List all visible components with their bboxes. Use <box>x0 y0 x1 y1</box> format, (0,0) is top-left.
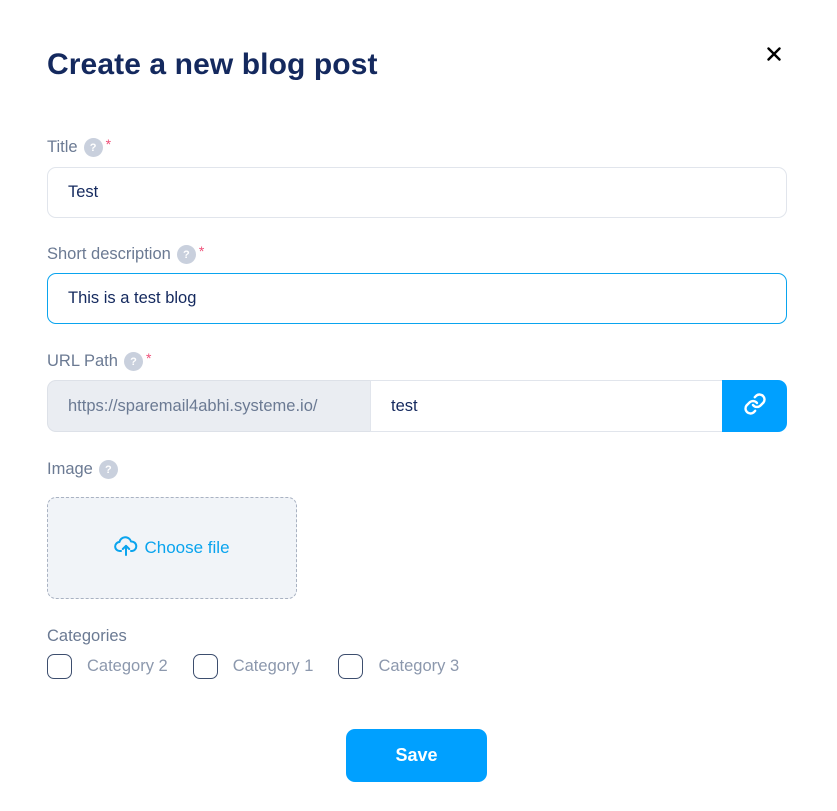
required-marker: * <box>198 242 205 259</box>
help-icon[interactable]: ? <box>176 245 196 264</box>
category-checkbox[interactable] <box>47 654 72 679</box>
help-icon[interactable]: ? <box>83 138 103 157</box>
category-label: Category 1 <box>232 657 314 675</box>
short-description-label: Short description ? * <box>47 242 205 264</box>
url-slug-input[interactable] <box>370 380 722 432</box>
title-label-text: Title <box>47 138 78 156</box>
category-option[interactable]: Category 2 <box>47 654 168 679</box>
short-description-label-text: Short description <box>47 245 171 263</box>
help-icon[interactable]: ? <box>123 352 143 371</box>
category-option[interactable]: Category 3 <box>338 654 459 679</box>
image-upload-dropzone[interactable]: Choose file <box>47 497 297 599</box>
category-option[interactable]: Category 1 <box>192 654 314 679</box>
categories-label-text: Categories <box>47 627 127 645</box>
required-marker: * <box>105 135 112 152</box>
url-prefix: https://sparemail4abhi.systeme.io/ <box>47 380 370 432</box>
required-marker: * <box>145 349 152 366</box>
title-label: Title ? * <box>47 135 112 157</box>
category-label: Category 2 <box>87 657 168 675</box>
save-button[interactable]: Save <box>346 729 487 782</box>
image-label: Image ? <box>47 460 118 479</box>
url-path-group: https://sparemail4abhi.systeme.io/ <box>47 380 787 432</box>
categories-list: Category 2 Category 1 Category 3 <box>47 654 484 679</box>
title-input[interactable] <box>47 167 787 218</box>
image-label-text: Image <box>47 460 93 478</box>
close-button[interactable] <box>764 46 784 66</box>
choose-file-label: Choose file <box>144 538 230 557</box>
category-checkbox[interactable] <box>192 654 218 679</box>
category-checkbox[interactable] <box>338 654 364 679</box>
category-label: Category 3 <box>378 657 460 675</box>
url-path-label: URL Path ? * <box>47 349 152 371</box>
cloud-upload-icon <box>114 535 144 562</box>
link-icon <box>743 392 767 421</box>
modal-title: Create a new blog post <box>47 48 378 81</box>
close-icon <box>767 46 781 66</box>
url-path-label-text: URL Path <box>47 352 118 370</box>
help-icon[interactable]: ? <box>98 460 118 479</box>
generate-link-button[interactable] <box>722 380 787 432</box>
categories-label: Categories <box>47 627 127 646</box>
short-description-input[interactable] <box>47 273 787 324</box>
